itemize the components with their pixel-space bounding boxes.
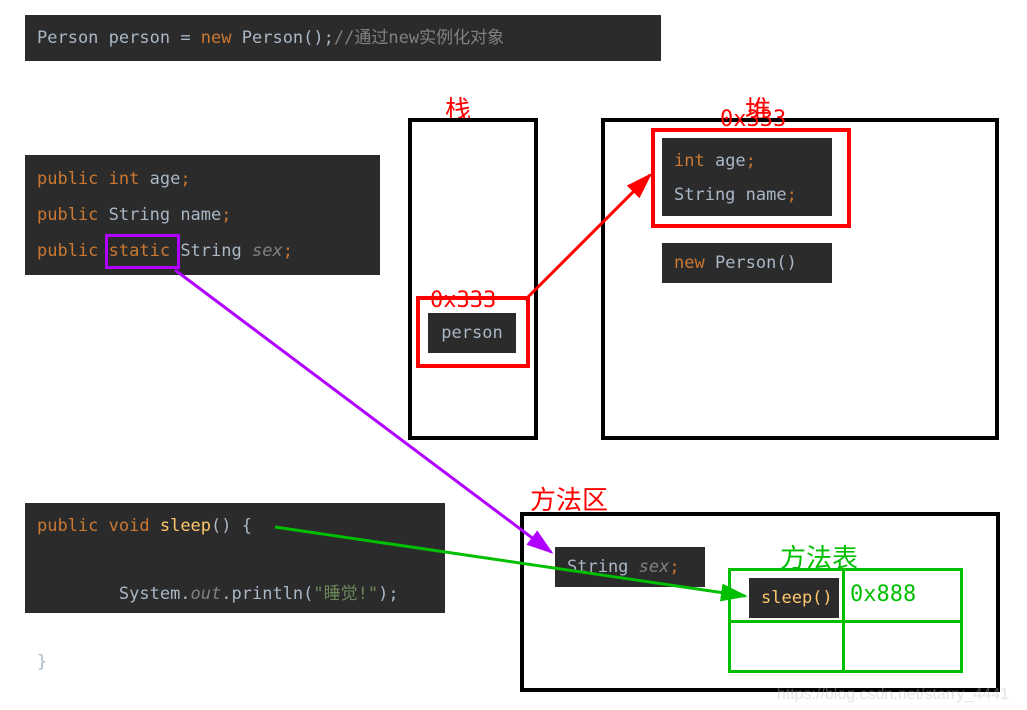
method-code-block: public void sleep() { System.out.println… xyxy=(25,503,445,613)
code-token: out xyxy=(191,584,222,604)
code-token: void xyxy=(98,516,159,536)
code-token: System. xyxy=(78,584,191,604)
code-token: sex xyxy=(252,241,283,261)
code-token: String xyxy=(98,205,180,225)
code-line: System.out.println("睡觉!"); xyxy=(37,543,433,645)
code-token: ; xyxy=(669,557,679,577)
code-token: Person() xyxy=(715,253,797,273)
fields-code-block: public int age; public String name; publ… xyxy=(25,155,380,275)
static-highlight xyxy=(105,234,180,269)
code-token: () { xyxy=(211,516,252,536)
code-token: Person() xyxy=(242,28,324,48)
code-token: public xyxy=(37,516,98,536)
code-token: = xyxy=(180,28,200,48)
code-token: sleep xyxy=(160,516,211,536)
method-table-hline xyxy=(728,620,963,623)
code-token: age xyxy=(150,169,181,189)
code-line: } xyxy=(37,645,433,679)
code-line: public String name; xyxy=(37,197,368,233)
code-token: public xyxy=(37,205,98,225)
code-line: public static String sex; xyxy=(37,233,368,269)
heap-fields-outline xyxy=(651,128,851,228)
code-token: new xyxy=(674,253,715,273)
code-token: name xyxy=(180,205,221,225)
code-token: ; xyxy=(180,169,190,189)
watermark: https://blog.csdn.net/starry_4441 xyxy=(777,686,1009,704)
code-token: ; xyxy=(324,28,334,48)
code-token: sex xyxy=(639,557,670,577)
code-token: new xyxy=(201,28,242,48)
code-token: String xyxy=(567,557,639,577)
stack-var-outline xyxy=(416,296,530,368)
code-token: int xyxy=(98,169,149,189)
code-token: public xyxy=(37,169,98,189)
code-token: person xyxy=(98,28,180,48)
code-token: ; xyxy=(283,241,293,261)
code-token: Person xyxy=(37,28,98,48)
code-token: ; xyxy=(221,205,231,225)
code-comment: //通过new实例化对象 xyxy=(334,28,504,48)
code-token: .println( xyxy=(221,584,313,604)
stack-region xyxy=(408,118,538,440)
code-token: ); xyxy=(378,584,398,604)
code-token: String xyxy=(180,241,252,261)
code-line: public void sleep() { xyxy=(37,509,433,543)
top-code-line: Person person = new Person();//通过new实例化对… xyxy=(25,15,661,61)
code-token: "睡觉!" xyxy=(313,584,378,604)
code-line: public int age; xyxy=(37,161,368,197)
code-token: public xyxy=(37,241,98,261)
heap-new: new Person() xyxy=(662,243,832,283)
methodarea-field: String sex; xyxy=(555,547,705,587)
method-table-vline xyxy=(842,568,845,673)
